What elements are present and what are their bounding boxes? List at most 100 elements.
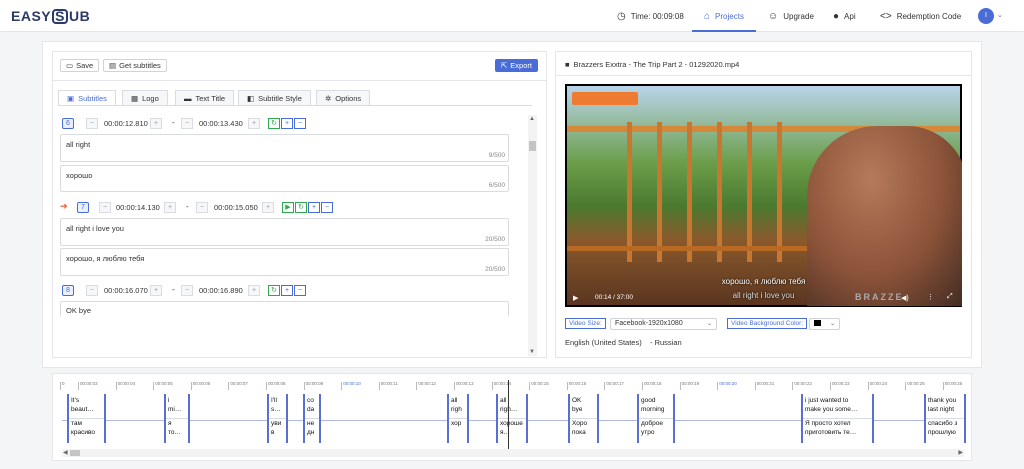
clip-translation-text: там красиво [71, 420, 95, 436]
end-decrement-button[interactable]: − [181, 118, 193, 129]
start-increment-button[interactable]: + [150, 285, 162, 296]
avatar[interactable]: I [978, 8, 994, 24]
start-increment-button[interactable]: + [150, 118, 162, 129]
remove-subtitle-button[interactable]: − [294, 285, 306, 296]
chevron-down-icon[interactable]: ⌄ [997, 11, 1003, 19]
subtitle-text-field[interactable]: all right 9/500 [60, 134, 509, 162]
timeline-tick: 00:00:16 [566, 381, 586, 390]
timeline-clip[interactable]: I'll s… уви в [267, 394, 288, 443]
timeline-clip[interactable]: thank you last night спасибо з прошлую [924, 394, 966, 443]
nav-api[interactable]: ● Api [833, 0, 856, 32]
start-time-input[interactable]: 00:00:16.070 [104, 285, 148, 296]
timeline-tick: 00:00:13 [454, 381, 474, 390]
end-decrement-button[interactable]: − [181, 285, 193, 296]
timeline-ruler[interactable]: 0 00:00:03 00:00:04 00:00:05 00:00:06 00:00:0… [60, 381, 965, 392]
start-increment-button[interactable]: + [164, 202, 176, 213]
timeline-clip[interactable]: co da не дн [303, 394, 321, 443]
timeline-clip[interactable]: i mi… я то… [164, 394, 190, 443]
timeline-scrollbar[interactable]: ◀ ▶ [62, 449, 964, 457]
video-size-label: Video Size: [565, 318, 606, 329]
translation-text-field[interactable]: хорошо 6/500 [60, 165, 509, 192]
timeline-clip[interactable]: all righ…хороше я… [496, 394, 528, 443]
remove-subtitle-button[interactable]: − [294, 118, 306, 129]
timeline-clip[interactable]: good morning доброе утро [637, 394, 675, 443]
current-arrow-icon: ➔ [60, 201, 68, 211]
timeline-clip[interactable]: all righ хор [447, 394, 469, 443]
clip-translation-text: хор [451, 420, 462, 427]
scroll-left-icon[interactable]: ◀ [63, 449, 68, 456]
scroll-up-icon[interactable]: ▲ [529, 116, 535, 122]
playhead[interactable] [508, 380, 509, 450]
time-range-separator: - [186, 202, 189, 211]
export-button[interactable]: ⇱ Export [495, 59, 538, 72]
tab-logo[interactable]: ▦ Logo [122, 90, 168, 105]
refresh-icon[interactable]: ↻ [295, 202, 307, 213]
save-button[interactable]: ▭ Save [60, 59, 100, 72]
nav-upgrade[interactable]: ☺ Upgrade [768, 0, 814, 32]
clip-translation-text: не дн [307, 420, 315, 436]
end-decrement-button[interactable]: − [196, 202, 208, 213]
more-icon[interactable]: ⋮ [927, 293, 934, 301]
app-logo[interactable]: EASY S UB [11, 8, 90, 24]
timeline-tick: 00:00:18 [642, 381, 662, 390]
scroll-down-icon[interactable]: ▼ [529, 349, 535, 355]
translation-text-field[interactable]: хорошо, я люблю тебя 20/500 [60, 248, 509, 276]
timeline-tick: 00:00:23 [830, 381, 850, 390]
nav-redemption-code[interactable]: <> Redemption Code [880, 0, 961, 32]
home-icon: ⌂ [704, 10, 711, 22]
nav-projects[interactable]: ⌂ Projects [704, 0, 744, 32]
add-subtitle-button[interactable]: + [308, 202, 320, 213]
timeline-tick: 00:00:17 [604, 381, 624, 390]
end-time-input[interactable]: 00:00:13.430 [199, 118, 243, 129]
railing-post [777, 122, 782, 262]
refresh-icon[interactable]: ↻ [268, 118, 280, 129]
play-icon[interactable]: ▶ [573, 294, 578, 302]
timeline-clip[interactable]: OK bye Хоро пока [568, 394, 599, 443]
clock-icon: ◷ [617, 10, 626, 22]
tab-options[interactable]: ✲ Options [316, 90, 371, 105]
video-frame: хорошо, я люблю тебя all right i love yo… [567, 86, 962, 306]
clip-original-text: i just wanted to make you some… [805, 397, 858, 413]
end-increment-button[interactable]: + [248, 285, 260, 296]
add-subtitle-button[interactable]: + [281, 118, 293, 129]
timeline-tick: 00:00:04 [115, 381, 135, 390]
tab-text-title[interactable]: ▬ Text Title [175, 90, 235, 105]
subtitle-text-field[interactable]: OK bye [60, 301, 509, 317]
scroll-right-icon[interactable]: ▶ [958, 449, 963, 456]
railing-post [657, 122, 662, 262]
video-player[interactable]: хорошо, я люблю тебя all right i love yo… [565, 84, 962, 307]
start-time-input[interactable]: 00:00:14.130 [116, 202, 160, 213]
get-subtitles-button[interactable]: ▤ Get subtitles [103, 59, 167, 72]
end-time-input[interactable]: 00:00:16.890 [199, 285, 243, 296]
end-increment-button[interactable]: + [248, 118, 260, 129]
add-subtitle-button[interactable]: + [281, 285, 293, 296]
message-icon: ▬ [184, 93, 192, 103]
subtitle-list-scrollbar[interactable]: ▲ ▼ [528, 115, 537, 356]
video-title: ■ Brazzers Exxtra - The Trip Part 2 - 012… [565, 60, 740, 69]
end-time-input[interactable]: 00:00:15.050 [214, 202, 258, 213]
bg-color-select[interactable]: ⌄ [809, 318, 840, 330]
refresh-icon[interactable]: ↻ [268, 285, 280, 296]
scrollbar-thumb[interactable] [70, 450, 80, 456]
fullscreen-icon[interactable]: ⤢ [947, 293, 953, 301]
end-increment-button[interactable]: + [262, 202, 274, 213]
video-watermark: BRAZZE [855, 292, 904, 302]
play-icon[interactable]: ▶ [282, 202, 294, 213]
chevron-down-icon: ⌄ [706, 321, 712, 327]
remove-subtitle-button[interactable]: − [321, 202, 333, 213]
subtitle-text-field[interactable]: all right i love you 20/500 [60, 218, 509, 246]
timeline-clip[interactable]: i just wanted to make you some… Я просто … [801, 394, 874, 443]
start-decrement-button[interactable]: − [99, 202, 111, 213]
start-decrement-button[interactable]: − [86, 285, 98, 296]
video-size-select[interactable]: Facebook-1920x1080 ⌄ [610, 318, 717, 330]
scrollbar-thumb[interactable] [529, 141, 536, 151]
tab-subtitles[interactable]: ▣ Subtitles [58, 90, 116, 106]
timeline-clip[interactable]: It's beaut… там красиво [67, 394, 106, 443]
clip-original-text: co da [307, 397, 315, 413]
save-icon: ▭ [66, 61, 74, 70]
timeline-tick: 00:00:06 [190, 381, 210, 390]
volume-icon[interactable]: ◀) [901, 294, 909, 302]
tab-subtitle-style[interactable]: ◧ Subtitle Style [238, 90, 311, 105]
start-time-input[interactable]: 00:00:12.810 [104, 118, 148, 129]
start-decrement-button[interactable]: − [86, 118, 98, 129]
